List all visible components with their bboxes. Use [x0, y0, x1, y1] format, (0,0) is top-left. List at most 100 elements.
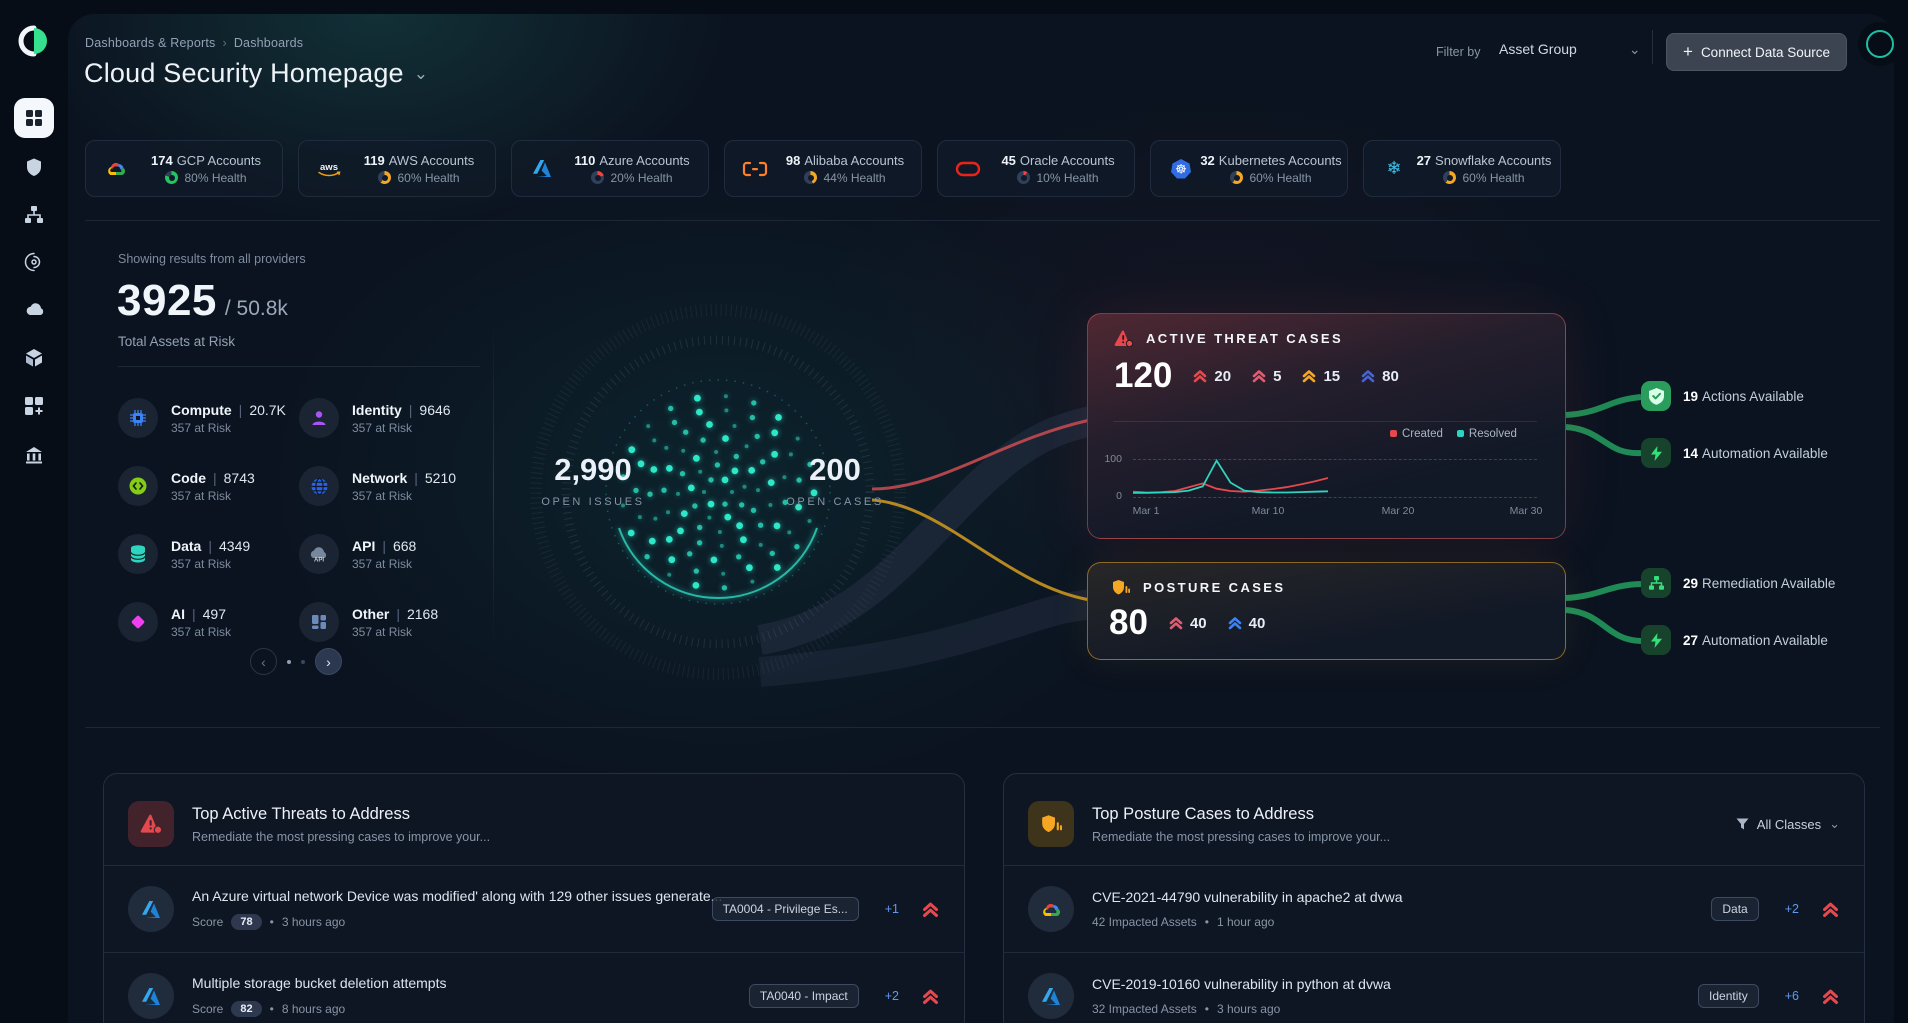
asset-category-compute[interactable]: Compute|20.7K 357 at Risk	[118, 384, 299, 452]
all-classes-filter[interactable]: All Classes ⌄	[1736, 816, 1840, 832]
x-axis-label: Mar 1	[1133, 505, 1160, 517]
sidebar-item-governance[interactable]	[24, 445, 44, 465]
sitemap-icon	[24, 205, 44, 225]
asset-category-api[interactable]: API API|668 357 at Risk	[299, 520, 480, 588]
account-logo[interactable]	[1858, 22, 1902, 66]
threat-title: An Azure virtual network Device was modi…	[192, 888, 722, 904]
posture-row-2[interactable]: CVE-2019-10160 vulnerability in python a…	[1004, 953, 1864, 1023]
lightning-bolt-icon	[1650, 445, 1663, 462]
title-chevron-down-icon[interactable]: ⌄	[414, 64, 428, 83]
pager-next-button[interactable]: ›	[315, 648, 342, 675]
posture-row-1[interactable]: CVE-2021-44790 vulnerability in apache2 …	[1004, 866, 1864, 953]
provider-card-oracle[interactable]: 45Oracle Accounts 10% Health	[937, 140, 1135, 197]
severity-high: 40	[1168, 615, 1207, 632]
health-donut-icon	[165, 171, 178, 184]
top-active-threats-panel: Top Active Threats to Address Remediate …	[103, 773, 965, 1023]
threat-row-2[interactable]: Multiple storage bucket deletion attempt…	[104, 953, 964, 1023]
threat-meta: Score 82 • 8 hours ago	[192, 1001, 731, 1017]
sidebar-item-identity-fingerprint[interactable]	[24, 252, 44, 272]
threat-title: Multiple storage bucket deletion attempt…	[192, 975, 446, 991]
ai-diamond-icon	[118, 602, 158, 642]
assets-at-risk-count: 3925/ 50.8k	[117, 276, 288, 326]
created-legend-swatch	[1390, 430, 1397, 437]
orca-logo[interactable]	[17, 24, 51, 58]
breadcrumb-dashboards-reports[interactable]: Dashboards & Reports	[85, 36, 215, 50]
pager-dot[interactable]	[287, 660, 291, 664]
gridline-100	[1133, 459, 1537, 460]
automation-available-label: 14Automation Available	[1683, 446, 1828, 461]
divider	[85, 220, 1880, 221]
resolved-legend-swatch	[1457, 430, 1464, 437]
health-donut-icon	[1017, 171, 1030, 184]
actions-available-label: 19Actions Available	[1683, 389, 1804, 404]
header-divider	[1652, 30, 1653, 64]
automation-available-label: 27Automation Available	[1683, 633, 1828, 648]
sidebar-item-security-shield[interactable]	[24, 157, 44, 177]
sidebar-item-cloud[interactable]	[24, 299, 44, 319]
panel-subtitle: Remediate the most pressing cases to imp…	[1092, 830, 1390, 844]
provider-card-snowflake[interactable]: ❄ 27Snowflake Accounts 60% Health	[1363, 140, 1561, 197]
provider-card-azure[interactable]: 110Azure Accounts 20% Health	[511, 140, 709, 197]
open-issues-stat: 2,990 OPEN ISSUES	[523, 452, 663, 508]
automation-available-chip[interactable]	[1641, 625, 1671, 655]
asset-category-network[interactable]: Network|5210 357 at Risk	[299, 452, 480, 520]
posture-card-header: POSTURE CASES	[1112, 579, 1285, 596]
building-columns-icon	[24, 445, 44, 465]
asset-category-ai[interactable]: AI|497 357 at Risk	[118, 588, 299, 656]
alert-triangle-icon	[1114, 330, 1133, 347]
asset-group-dropdown[interactable]: Asset Group⌄	[1499, 41, 1641, 58]
actions-available-chip[interactable]	[1641, 381, 1671, 411]
threat-row-1[interactable]: An Azure virtual network Device was modi…	[104, 866, 964, 953]
connect-data-source-button[interactable]: + Connect Data Source	[1666, 33, 1847, 71]
alert-triangle-icon	[128, 801, 174, 847]
cloud-security-dashboard: Dashboards & Reports›Dashboards Cloud Se…	[0, 0, 1908, 1023]
provider-card-aws[interactable]: aws 119AWS Accounts 60% Health	[298, 140, 496, 197]
kubernetes-logo-icon: ☸	[1167, 158, 1195, 180]
provider-card-alibaba[interactable]: 98Alibaba Accounts 44% Health	[724, 140, 922, 197]
y-axis-label-100: 100	[1098, 453, 1122, 465]
sidebar-item-workloads-cube[interactable]	[24, 348, 44, 368]
azure-logo-icon	[528, 159, 556, 178]
breadcrumb-dashboards[interactable]: Dashboards	[234, 36, 303, 50]
sidebar-item-dashboards[interactable]	[14, 98, 54, 138]
divider	[493, 322, 494, 648]
posture-case-meta: 32 Impacted Assets • 3 hours ago	[1092, 1002, 1680, 1016]
posture-cases-card[interactable]: POSTURE CASES 80 40 40	[1087, 562, 1566, 660]
more-tags-count: +6	[1785, 989, 1799, 1003]
remediation-available-chip[interactable]	[1641, 568, 1671, 598]
other-blocks-icon	[299, 602, 339, 642]
divider	[85, 727, 1880, 728]
posture-case-meta: 42 Impacted Assets • 1 hour ago	[1092, 915, 1693, 929]
compute-chip-icon	[118, 398, 158, 438]
gcp-logo-icon	[102, 159, 130, 178]
asset-category-other[interactable]: Other|2168 357 at Risk	[299, 588, 480, 656]
provider-card-kubernetes[interactable]: ☸ 32Kubernetes Accounts 60% Health	[1150, 140, 1348, 197]
remediation-available-label: 29Remediation Available	[1683, 576, 1835, 591]
x-axis-label: Mar 20	[1382, 505, 1415, 517]
automation-available-chip[interactable]	[1641, 438, 1671, 468]
severity-critical-icon	[1821, 987, 1840, 1006]
pager-dot[interactable]	[301, 660, 305, 664]
posture-case-title: CVE-2019-10160 vulnerability in python a…	[1092, 976, 1391, 992]
class-badge: Data	[1711, 897, 1758, 921]
fingerprint-icon	[24, 252, 44, 272]
sidebar-item-inventory-map[interactable]	[24, 205, 44, 225]
chevron-down-icon: ⌄	[1629, 41, 1641, 57]
posture-panel-header: Top Posture Cases to Address Remediate t…	[1004, 774, 1864, 857]
asset-category-data[interactable]: Data|4349 357 at Risk	[118, 520, 299, 588]
y-axis-label-0: 0	[1098, 490, 1122, 502]
asset-category-identity[interactable]: Identity|9646 357 at Risk	[299, 384, 480, 452]
lightning-bolt-icon	[1650, 632, 1663, 649]
asset-categories-grid: Compute|20.7K 357 at Risk Identity|9646 …	[118, 384, 498, 656]
snowflake-logo-icon: ❄	[1380, 160, 1408, 178]
provider-card-gcp[interactable]: 174GCP Accounts 80% Health	[85, 140, 283, 197]
pager-prev-button[interactable]: ‹	[250, 648, 277, 675]
sidebar-item-integrations[interactable]	[24, 396, 44, 416]
panel-title: Top Posture Cases to Address	[1092, 805, 1314, 823]
more-tags-count: +1	[885, 902, 899, 916]
posture-shield-icon	[1112, 579, 1130, 596]
score-pill: 82	[231, 1001, 261, 1017]
severity-medium: 15	[1301, 368, 1340, 385]
asset-category-code[interactable]: Code|8743 357 at Risk	[118, 452, 299, 520]
funnel-icon	[1736, 818, 1749, 830]
